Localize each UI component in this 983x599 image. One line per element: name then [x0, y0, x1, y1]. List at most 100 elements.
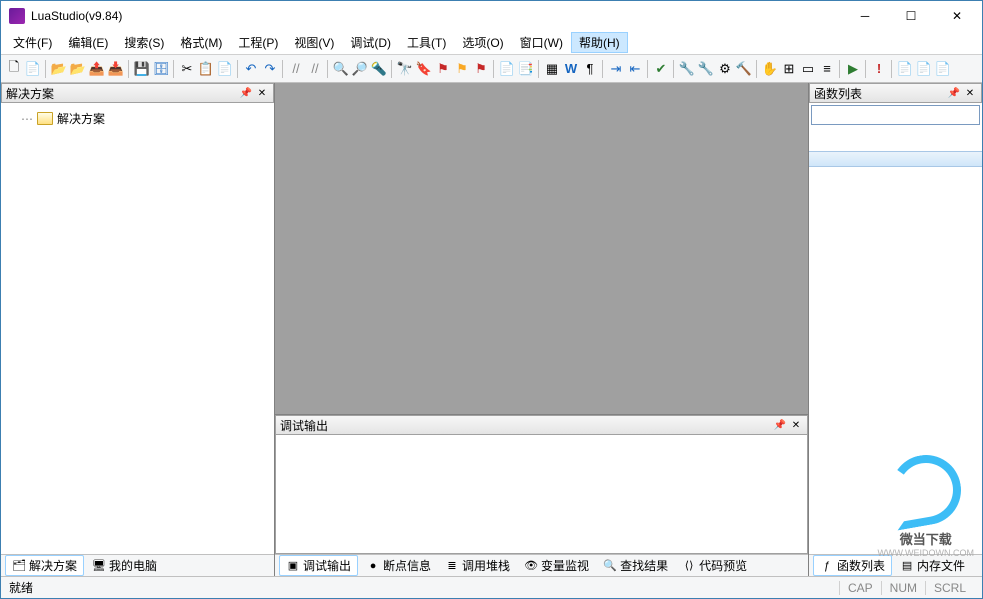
tab-watch[interactable]: 👁变量监视: [518, 556, 595, 575]
open-project-icon[interactable]: 📂: [69, 60, 87, 78]
tab-solution[interactable]: 🗂 解决方案: [5, 555, 84, 576]
pin-icon[interactable]: 📌: [947, 86, 961, 100]
list-icon[interactable]: ≡: [818, 60, 836, 78]
menu-file[interactable]: 文件(F): [5, 32, 60, 53]
doc-icon[interactable]: 📄: [498, 60, 516, 78]
import-icon[interactable]: 📥: [107, 60, 125, 78]
config2-icon[interactable]: 🔧: [697, 60, 715, 78]
config1-icon[interactable]: 🔧: [678, 60, 696, 78]
minimize-button[interactable]: ─: [842, 1, 888, 31]
save-icon[interactable]: 💾: [133, 60, 151, 78]
comment-icon[interactable]: //: [287, 60, 305, 78]
saveall-icon[interactable]: 🗄: [152, 60, 170, 78]
stop-icon[interactable]: !: [870, 60, 888, 78]
debug-output-panel: 调试输出 📌 ✕: [275, 414, 808, 554]
block-icon[interactable]: ▦: [543, 60, 561, 78]
close-panel-icon[interactable]: ✕: [963, 86, 977, 100]
cut-icon[interactable]: ✂: [178, 60, 196, 78]
functions-list[interactable]: [809, 127, 982, 554]
tab-memory[interactable]: ▤内存文件: [894, 556, 971, 575]
open-file-icon[interactable]: 📂: [50, 60, 68, 78]
tab-functions[interactable]: ƒ函数列表: [813, 555, 892, 576]
functions-search-input[interactable]: [811, 105, 980, 125]
menu-window[interactable]: 窗口(W): [512, 32, 571, 53]
tab-computer[interactable]: 🖥 我的电脑: [86, 556, 163, 575]
bookmark-icon[interactable]: 🔖: [415, 60, 433, 78]
check-icon[interactable]: ✔: [652, 60, 670, 78]
flag3-icon[interactable]: ⚑: [472, 60, 490, 78]
toolbar: 🗋 📄 📂 📂 📤 📥 💾 🗄 ✂ 📋 📄 ↶ ↷ // // 🔍 🔎 🔦 🔭 …: [1, 55, 982, 83]
close-panel-icon[interactable]: ✕: [255, 86, 269, 100]
codepreview-tab-icon: ⟨⟩: [682, 560, 696, 572]
menu-project[interactable]: 工程(P): [230, 32, 286, 53]
new-file-icon[interactable]: 🗋: [5, 60, 23, 78]
menu-format[interactable]: 格式(M): [172, 32, 230, 53]
debug-output-tab-icon: ▣: [286, 560, 300, 572]
para-icon[interactable]: ¶: [581, 60, 599, 78]
grid-icon[interactable]: ⊞: [780, 60, 798, 78]
undo-icon[interactable]: ↶: [242, 60, 260, 78]
findinfiles-icon[interactable]: 🔦: [370, 60, 388, 78]
left-tabstrip: 🗂 解决方案 🖥 我的电脑: [1, 554, 274, 576]
menu-edit[interactable]: 编辑(E): [60, 32, 116, 53]
pin-icon[interactable]: 📌: [239, 86, 253, 100]
editor-area[interactable]: [275, 83, 808, 414]
callstack-tab-icon: ≣: [445, 560, 459, 572]
tab-debug-output[interactable]: ▣调试输出: [279, 555, 358, 576]
flag2-icon[interactable]: ⚑: [453, 60, 471, 78]
menu-debug[interactable]: 调试(D): [342, 32, 399, 53]
new-project-icon[interactable]: 📄: [24, 60, 42, 78]
solution-panel-header: 解决方案 📌 ✕: [1, 83, 274, 103]
pin-icon[interactable]: 📌: [773, 418, 787, 432]
tab-call-stack[interactable]: ≣调用堆栈: [439, 556, 516, 575]
form-icon[interactable]: ▭: [799, 60, 817, 78]
close-panel-icon[interactable]: ✕: [789, 418, 803, 432]
indent-icon[interactable]: ⇥: [607, 60, 625, 78]
run-icon[interactable]: ▶: [844, 60, 862, 78]
solution-tree[interactable]: ⋯ 解决方案: [1, 103, 274, 554]
flag1-icon[interactable]: ⚑: [434, 60, 452, 78]
app-icon: [9, 8, 25, 24]
solution-root-item[interactable]: ⋯ 解决方案: [5, 109, 270, 128]
functions-panel: 函数列表 📌 ✕ ƒ函数列表 ▤内存文件: [809, 83, 982, 576]
hand-icon[interactable]: ✋: [761, 60, 779, 78]
menu-view[interactable]: 视图(V): [286, 32, 342, 53]
doc-c-icon[interactable]: 📄: [934, 60, 952, 78]
memory-tab-icon: ▤: [900, 560, 914, 572]
doc-b-icon[interactable]: 📄: [915, 60, 933, 78]
doc-a-icon[interactable]: 📄: [896, 60, 914, 78]
functions-tab-icon: ƒ: [820, 560, 834, 572]
solution-tab-icon: 🗂: [12, 560, 26, 572]
export-icon[interactable]: 📤: [88, 60, 106, 78]
debug-output-header: 调试输出 📌 ✕: [275, 415, 808, 435]
redo-icon[interactable]: ↷: [261, 60, 279, 78]
menu-search[interactable]: 搜索(S): [116, 32, 172, 53]
tree-item-label: 解决方案: [57, 110, 105, 127]
right-tabstrip: ƒ函数列表 ▤内存文件: [809, 554, 982, 576]
replace-icon[interactable]: 🔎: [351, 60, 369, 78]
config3-icon[interactable]: ⚙: [716, 60, 734, 78]
docstack-icon[interactable]: 📑: [517, 60, 535, 78]
maximize-button[interactable]: ☐: [888, 1, 934, 31]
menubar: 文件(F) 编辑(E) 搜索(S) 格式(M) 工程(P) 视图(V) 调试(D…: [1, 31, 982, 55]
menu-tools[interactable]: 工具(T): [399, 32, 454, 53]
tree-connector-icon: ⋯: [21, 112, 31, 126]
menu-options[interactable]: 选项(O): [454, 32, 511, 53]
binoculars-icon[interactable]: 🔭: [396, 60, 414, 78]
debug-output-body[interactable]: [275, 435, 808, 554]
workspace: 解决方案 📌 ✕ ⋯ 解决方案 🗂 解决方案 🖥 我的电脑: [1, 83, 982, 576]
tab-code-preview[interactable]: ⟨⟩代码预览: [676, 556, 753, 575]
status-scrl: SCRL: [925, 581, 974, 595]
outdent-icon[interactable]: ⇤: [626, 60, 644, 78]
wordwrap-icon[interactable]: W: [562, 60, 580, 78]
status-text: 就绪: [9, 579, 839, 596]
tab-breakpoints[interactable]: ●断点信息: [360, 556, 437, 575]
close-button[interactable]: ✕: [934, 1, 980, 31]
uncomment-icon[interactable]: //: [306, 60, 324, 78]
config4-icon[interactable]: 🔨: [735, 60, 753, 78]
copy-icon[interactable]: 📋: [197, 60, 215, 78]
tab-find-results[interactable]: 🔍查找结果: [597, 556, 674, 575]
find-icon[interactable]: 🔍: [332, 60, 350, 78]
paste-icon[interactable]: 📄: [216, 60, 234, 78]
menu-help[interactable]: 帮助(H): [571, 32, 628, 53]
